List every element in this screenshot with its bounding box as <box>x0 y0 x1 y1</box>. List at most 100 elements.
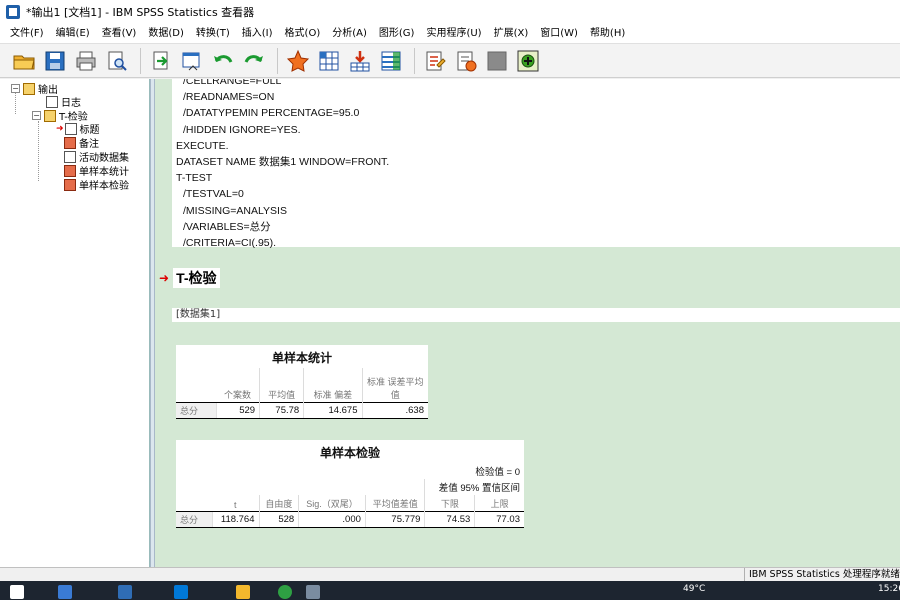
log-line: /CRITERIA=CI(.95). <box>183 237 277 250</box>
print-preview-icon[interactable] <box>103 47 131 75</box>
designate-window-icon[interactable] <box>421 47 449 75</box>
tree-node-one-sample-test[interactable]: 单样本检验 <box>64 177 129 192</box>
header-cell: t <box>233 499 237 510</box>
table-cell: 528 <box>258 510 299 528</box>
tree-node-label: 备注 <box>79 139 99 150</box>
menu-graphs[interactable]: 图形(G) <box>373 24 421 44</box>
header-cell: 自由度 <box>258 495 299 511</box>
empty-cell <box>212 479 425 495</box>
header-cell: 平均值差值 <box>364 495 425 511</box>
disabled-icon[interactable] <box>483 47 511 75</box>
chrome-icon[interactable] <box>278 585 292 599</box>
toolbar-separator <box>277 47 278 74</box>
search-icon[interactable] <box>58 585 72 599</box>
goto-data-icon[interactable] <box>284 47 312 75</box>
ttest-book-icon <box>44 109 56 122</box>
table-cell: 75.779 <box>364 510 425 528</box>
variables-icon[interactable] <box>377 47 405 75</box>
tree-node-one-sample-stats[interactable]: 单样本统计 <box>64 163 129 178</box>
table-icon <box>64 164 76 177</box>
log-line: EXECUTE. <box>176 139 229 152</box>
edge-icon[interactable] <box>174 585 188 599</box>
tree-node-log[interactable]: 日志 <box>46 94 81 109</box>
undo-icon[interactable] <box>209 47 237 75</box>
menu-format[interactable]: 格式(O) <box>279 24 327 44</box>
header-cell <box>176 368 216 402</box>
start-icon[interactable] <box>10 585 24 599</box>
table-title: 单样本统计 <box>271 351 332 365</box>
outline-pane: − 输出 日志 − T-检验 ➜ 标题 备注 活动数据集 单样本统计 单样本检验 <box>0 79 150 567</box>
explorer-icon[interactable] <box>236 585 250 599</box>
menu-help[interactable]: 帮助(H) <box>584 24 631 44</box>
ci-header: 差值 95% 置信区间 <box>424 479 524 495</box>
log-line: /HIDDEN IGNORE=YES. <box>183 123 301 136</box>
menu-analyze[interactable]: 分析(A) <box>326 24 373 44</box>
tree-node-label: 单样本统计 <box>79 167 129 178</box>
empty-cell <box>176 463 212 479</box>
tree-node-label: 日志 <box>61 98 81 109</box>
empty-cell <box>176 479 212 495</box>
clock[interactable]: 15:26 <box>878 584 900 594</box>
spss-app-icon <box>6 5 20 19</box>
one-sample-test-table[interactable]: 单样本检验 检验值 = 0 差值 95% 置信区间 t 自由度 Sig.（双尾）… <box>176 440 524 528</box>
add-icon[interactable] <box>514 47 542 75</box>
header-cell: 标准 误差平均值 <box>361 368 428 402</box>
menu-transform[interactable]: 转换(T) <box>190 24 236 44</box>
table-cell: .000 <box>298 510 366 528</box>
menu-view[interactable]: 查看(V) <box>96 24 143 44</box>
active-dataset-label[interactable]: [数据集1] <box>172 308 900 322</box>
temperature-readout: 49°C <box>683 584 706 594</box>
menu-insert[interactable]: 插入(I) <box>236 24 279 44</box>
status-bar: IBM SPSS Statistics 处理程序就绪 <box>0 567 900 582</box>
title-icon <box>64 122 77 135</box>
table-cell: 77.03 <box>474 510 524 528</box>
log-icon <box>46 95 58 108</box>
table-cell: 529 <box>215 401 260 419</box>
log-text-block[interactable]: /CELLRANGE=FULL /READNAMES=ON /DATATYPEM… <box>172 79 900 249</box>
export-icon[interactable] <box>147 47 175 75</box>
section-heading[interactable]: ➜ T-检验 <box>155 268 900 288</box>
toolbar-separator <box>140 47 141 74</box>
toolbar-separator <box>414 47 415 74</box>
tree-node-label: 单样本检验 <box>79 181 129 192</box>
log-line: /READNAMES=ON <box>183 91 275 104</box>
one-sample-statistics-table[interactable]: 单样本统计 个案数 平均值 标准 偏差 标准 误差平均值 总分 529 75.7… <box>176 345 428 419</box>
menu-data[interactable]: 数据(D) <box>142 24 190 44</box>
header-cell: 个案数 <box>224 389 252 400</box>
log-line: /MISSING=ANALYSIS <box>183 204 287 217</box>
menu-edit[interactable]: 编辑(E) <box>50 24 96 44</box>
log-line: /DATATYPEMIN PERCENTAGE=95.0 <box>183 107 360 120</box>
table-cell: 14.675 <box>303 401 362 419</box>
tree-node-notes[interactable]: 备注 <box>64 135 99 150</box>
table-cell: 75.78 <box>259 401 304 419</box>
tree-node-title[interactable]: ➜ 标题 <box>56 121 100 136</box>
table-cell: .638 <box>361 401 428 419</box>
output-book-icon <box>23 82 35 95</box>
open-icon[interactable] <box>10 47 38 75</box>
tree-node-active-dataset[interactable]: 活动数据集 <box>64 149 129 164</box>
processor-status: IBM SPSS Statistics 处理程序就绪 <box>744 568 900 582</box>
row-header: 总分 <box>176 401 216 419</box>
menu-window[interactable]: 窗口(W) <box>534 24 584 44</box>
redo-icon[interactable] <box>240 47 268 75</box>
menu-file[interactable]: 文件(F) <box>4 24 50 44</box>
collapse-icon[interactable]: − <box>11 84 20 93</box>
task-view-icon[interactable] <box>118 585 132 599</box>
header-cell: 标准 偏差 <box>303 368 362 402</box>
log-line: T-TEST <box>176 172 213 185</box>
tree-node-label: 活动数据集 <box>79 153 129 164</box>
menu-extensions[interactable]: 扩展(X) <box>488 24 535 44</box>
menu-utilities[interactable]: 实用程序(U) <box>420 24 487 44</box>
print-icon[interactable] <box>72 47 100 75</box>
script-icon[interactable] <box>452 47 480 75</box>
output-content-pane: /CELLRANGE=FULL /READNAMES=ON /DATATYPEM… <box>155 79 900 567</box>
goto-case-icon[interactable] <box>315 47 343 75</box>
spss-taskbar-icon[interactable] <box>306 585 320 599</box>
save-icon[interactable] <box>41 47 69 75</box>
collapse-icon[interactable]: − <box>32 111 41 120</box>
recall-dialog-icon[interactable] <box>178 47 206 75</box>
current-item-arrow-icon: ➜ <box>159 271 170 285</box>
row-header: 总分 <box>176 510 212 528</box>
goto-variable-icon[interactable] <box>346 47 374 75</box>
log-line: /CELLRANGE=FULL <box>183 79 282 87</box>
